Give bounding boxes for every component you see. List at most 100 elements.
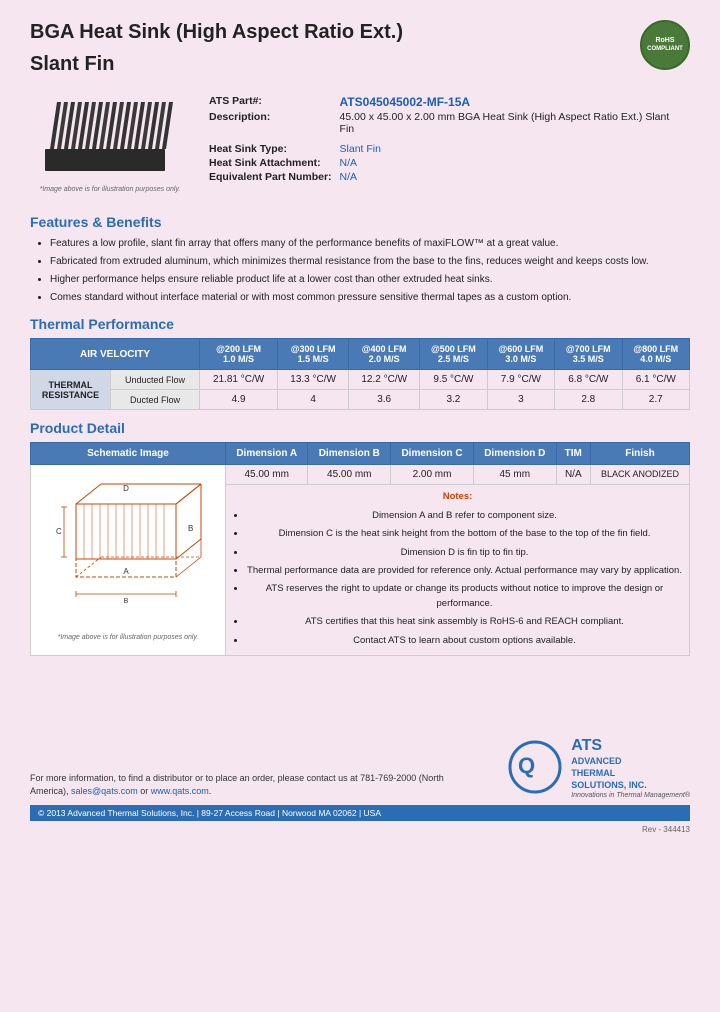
thermal-section-title: Thermal Performance [30,316,690,332]
col-300lfm: @300 LFM 1.5 M/S [278,339,349,370]
page-title: BGA Heat Sink (High Aspect Ratio Ext.) S… [30,20,403,84]
type-label: Heat Sink Type: [205,142,336,156]
tim-value: N/A [556,465,590,485]
copyright-bar: © 2013 Advanced Thermal Solutions, Inc. … [30,805,690,821]
footer-text: For more information, to find a distribu… [30,772,450,799]
notes-cell: Notes: Dimension A and B refer to compon… [226,485,690,656]
dim-c-value: 2.00 mm [391,465,474,485]
product-info-section: *Image above is for illustration purpose… [30,94,690,204]
unducted-0: 21.81 °C/W [200,370,278,390]
dim-b-value: 45.00 mm [308,465,391,485]
ducted-4: 3 [487,390,554,410]
product-image-box: *Image above is for illustration purpose… [30,94,190,204]
svg-text:A: A [123,567,129,576]
attachment-value: N/A [340,157,358,169]
unducted-2: 12.2 °C/W [349,370,420,390]
col-700lfm: @700 LFM 3.5 M/S [555,339,622,370]
feature-item: Comes standard without interface materia… [50,290,690,306]
feature-item: Higher performance helps ensure reliable… [50,272,690,288]
email-link[interactable]: sales@qats.com [71,786,138,796]
product-details-table: ATS Part#: ATS045045002-MF-15A Descripti… [205,94,690,204]
thermal-performance-table: AIR VELOCITY @200 LFM 1.0 M/S @300 LFM 1… [30,338,690,410]
dim-b-header: Dimension B [308,443,391,465]
air-velocity-header: AIR VELOCITY [31,339,200,370]
features-list: Features a low profile, slant fin array … [50,236,690,306]
copyright-text: © 2013 Advanced Thermal Solutions, Inc. … [38,808,381,818]
note-item: Dimension A and B refer to component siz… [246,508,683,523]
ats-company-text: ATS ADVANCED THERMAL SOLUTIONS, INC. Inn… [571,736,690,799]
note-item: ATS reserves the right to update or chan… [246,581,683,611]
ducted-5: 2.8 [555,390,622,410]
col-600lfm: @600 LFM 3.0 M/S [487,339,554,370]
col-500lfm: @500 LFM 2.5 M/S [420,339,487,370]
col-800lfm: @800 LFM 4.0 M/S [622,339,689,370]
ducted-6: 2.7 [622,390,689,410]
features-section-title: Features & Benefits [30,214,690,230]
ats-logo: Q ATS ADVANCED THERMAL SOLUTIONS, INC. I… [508,736,690,799]
schematic-header: Schematic Image [31,443,226,465]
ducted-2: 3.6 [349,390,420,410]
col-400lfm: @400 LFM 2.0 M/S [349,339,420,370]
svg-text:C: C [56,527,62,536]
unducted-6: 6.1 °C/W [622,370,689,390]
title-line1: BGA Heat Sink (High Aspect Ratio Ext.) [30,20,403,44]
schematic-note: *Image above is for illustration purpose… [37,634,219,641]
part-label: ATS Part#: [205,94,336,110]
note-item: ATS certifies that this heat sink assemb… [246,614,683,629]
equiv-value: N/A [340,171,358,183]
schematic-drawing: A B C D B [46,469,211,629]
or-text: or [140,786,148,796]
image-note: *Image above is for illustration purpose… [40,186,181,193]
svg-text:B: B [123,598,128,605]
product-detail-section-title: Product Detail [30,420,690,436]
unducted-1: 13.3 °C/W [278,370,349,390]
website-link[interactable]: www.qats.com [151,786,209,796]
note-item: Dimension D is fin tip to fin tip. [246,545,683,560]
ducted-3: 3.2 [420,390,487,410]
col-200lfm: @200 LFM 1.0 M/S [200,339,278,370]
attachment-label: Heat Sink Attachment: [205,156,336,170]
ats-acronym: ATS [571,737,602,754]
ats-logo-svg: Q [508,740,563,795]
note-item: Dimension C is the heat sink height from… [246,526,683,541]
product-image [35,94,185,184]
finish-value: BLACK ANODIZED [590,465,689,485]
notes-list: Dimension A and B refer to component siz… [246,508,683,648]
note-item: Thermal performance data are provided fo… [246,563,683,578]
unducted-5: 6.8 °C/W [555,370,622,390]
dim-a-header: Dimension A [226,443,308,465]
equiv-label: Equivalent Part Number: [205,170,336,184]
unducted-4: 7.9 °C/W [487,370,554,390]
dim-a-value: 45.00 mm [226,465,308,485]
note-item: Contact ATS to learn about custom option… [246,633,683,648]
desc-label: Description: [205,110,336,136]
rohs-badge: RoHS COMPLIANT [640,20,690,70]
svg-text:Q: Q [518,753,535,778]
thermal-resistance-label: THERMAL RESISTANCE [31,370,111,410]
finish-header: Finish [590,443,689,465]
feature-item: Features a low profile, slant fin array … [50,236,690,252]
dim-c-header: Dimension C [391,443,474,465]
ducted-1: 4 [278,390,349,410]
dim-d-header: Dimension D [473,443,556,465]
ats-tagline: Innovations in Thermal Management® [571,792,690,799]
footer-section: For more information, to find a distribu… [30,726,690,799]
feature-item: Fabricated from extruded aluminum, which… [50,254,690,270]
notes-title: Notes: [232,489,683,504]
schematic-image-cell: A B C D B *Image above is for illustrati… [31,465,226,656]
unducted-3: 9.5 °C/W [420,370,487,390]
ducted-label: Ducted Flow [111,390,200,410]
product-detail-table: Schematic Image Dimension A Dimension B … [30,442,690,656]
type-value: Slant Fin [340,143,381,155]
part-number: ATS045045002-MF-15A [340,95,471,109]
page-header: BGA Heat Sink (High Aspect Ratio Ext.) S… [30,20,690,84]
unducted-label: Unducted Flow [111,370,200,390]
tim-header: TIM [556,443,590,465]
description: 45.00 x 45.00 x 2.00 mm BGA Heat Sink (H… [336,110,690,136]
title-line2: Slant Fin [30,52,403,76]
svg-text:D: D [123,484,129,493]
dim-d-value: 45 mm [473,465,556,485]
ducted-0: 4.9 [200,390,278,410]
rev-note: Rev - 344413 [30,825,690,834]
svg-text:B: B [188,524,193,533]
